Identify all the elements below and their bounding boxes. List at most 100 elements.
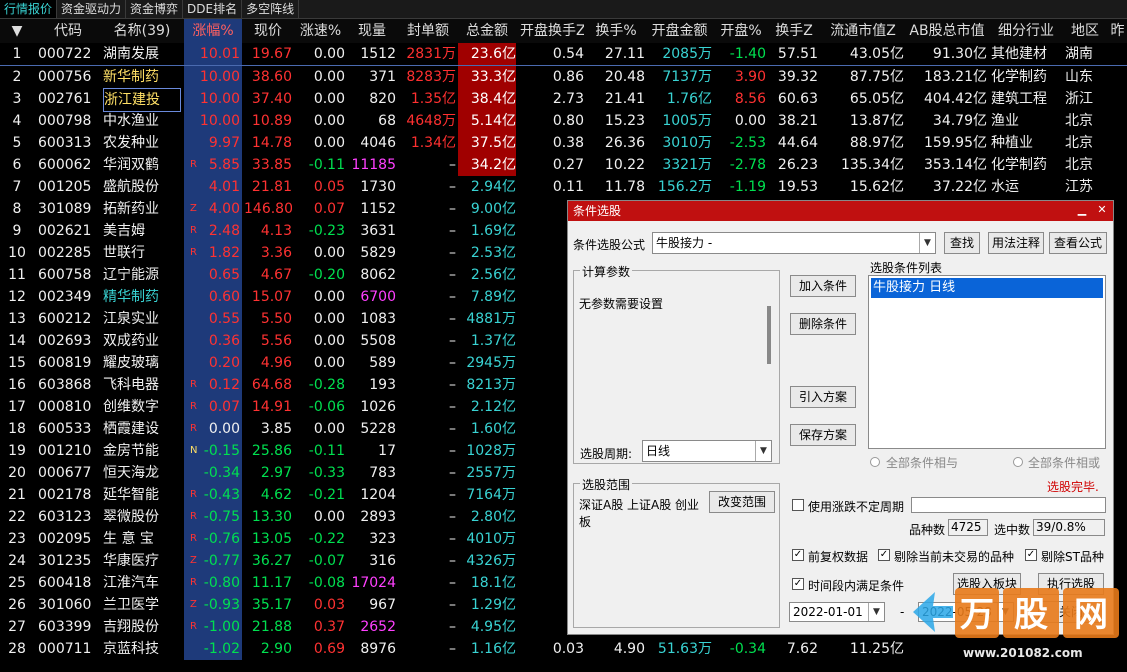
cell-ab_cap: 34.79亿: [932, 113, 987, 129]
col-header-ab_cap[interactable]: AB股总市值: [907, 19, 987, 43]
cell-no: 20: [8, 465, 26, 481]
tab-4[interactable]: 多空阵线: [242, 0, 300, 18]
cell-price: 33.85: [251, 157, 292, 173]
col-header-open_amt[interactable]: 开盘金额: [647, 19, 712, 43]
cell-vol: 4046: [360, 135, 396, 151]
chevron-down-icon[interactable]: ▼: [755, 441, 771, 461]
cell-amount: 2.80亿: [470, 509, 516, 525]
tab-1[interactable]: 资金驱动力: [57, 0, 127, 18]
find-button[interactable]: 查找: [944, 232, 980, 254]
cell-amount: 4881万: [466, 311, 516, 327]
date-from-picker[interactable]: 2022-01-01 ▼: [789, 602, 885, 622]
col-header-float_cap[interactable]: 流通市值Z: [822, 19, 904, 43]
close-icon[interactable]: ✕: [1095, 203, 1109, 217]
cell-speed: 0.00: [313, 113, 345, 129]
cell-region: 江苏: [1065, 179, 1093, 195]
condition-list[interactable]: 牛股接力 日线: [868, 275, 1106, 449]
table-row[interactable]: 6 600062 华润双鹤 5.85 33.85 -0.11 11185–34.2亿 0.27…: [0, 154, 1127, 176]
cell-code: 603399: [38, 619, 92, 635]
tab-0[interactable]: 行情报价: [0, 0, 58, 18]
table-row[interactable]: 7 001205 盛航股份 4.01 21.81 0.05 1730 –2.94亿 0.11 11…: [0, 176, 1127, 198]
cell-float_cap: 11.25亿: [849, 641, 904, 657]
fq-checkbox[interactable]: ✓: [792, 549, 804, 561]
minimize-icon[interactable]: ▁: [1075, 203, 1089, 217]
import-plan-button[interactable]: 引入方案: [790, 386, 856, 408]
formula-select[interactable]: 牛股接力 - ▼: [652, 232, 936, 254]
cell-vol: 2652: [360, 619, 396, 635]
cell-name: 双成药业: [103, 333, 159, 349]
col-header-open_turn[interactable]: 开盘换手Z: [520, 19, 584, 43]
cell-open_amt: 156.2万: [657, 179, 712, 195]
col-header-code[interactable]: 代码: [38, 19, 98, 43]
radio-or[interactable]: [1013, 457, 1023, 467]
range-group: 选股范围 深证A股 上证A股 创业板 改变范围: [573, 476, 780, 628]
cell-speed: 0.00: [313, 509, 345, 525]
table-row[interactable]: 2 000756 新华制药 10.00 38.60 0.00 371 8283万 33.3亿 0.…: [0, 66, 1127, 88]
table-row[interactable]: 3 002761 浙江建投 10.00 37.40 0.00 820 1.35亿 38.4亿 2.…: [0, 88, 1127, 112]
col-header-turnover[interactable]: 换手%: [587, 19, 645, 43]
table-row[interactable]: 1 000722 湖南发展 10.01 19.67 0.00 1512 2831万 23.6亿 0…: [0, 43, 1127, 66]
tab-2[interactable]: 资金博弈: [126, 0, 184, 18]
col-header-pct[interactable]: 涨幅%: [184, 19, 242, 43]
cell-vol: 820: [369, 91, 396, 107]
cell-name: 翠微股份: [103, 509, 159, 525]
cell-name: 栖霞建设: [103, 421, 159, 437]
cell-vol: 5228: [360, 421, 396, 437]
cell-vol: 1083: [360, 311, 396, 327]
chevron-down-icon[interactable]: ▼: [919, 233, 935, 253]
cell-code: 600819: [38, 355, 92, 371]
col-header-speed[interactable]: 涨速%: [296, 19, 345, 43]
params-scrollbar[interactable]: [767, 306, 771, 364]
cell-name: 中水渔业: [103, 113, 159, 129]
cell-amount: 37.5亿: [458, 132, 516, 154]
exclude-notrade-checkbox[interactable]: ✓: [878, 549, 890, 561]
col-header-turn_z[interactable]: 换手Z: [770, 19, 818, 43]
condition-list-item[interactable]: 牛股接力 日线: [871, 278, 1103, 298]
col-header-vol[interactable]: 现量: [348, 19, 396, 43]
add-condition-button[interactable]: 加入条件: [790, 275, 856, 297]
col-header-name[interactable]: 名称(39): [103, 19, 181, 43]
cell-vol: 5508: [360, 333, 396, 349]
col-header-no[interactable]: ▼: [0, 19, 34, 43]
col-header-price[interactable]: 现价: [244, 19, 292, 43]
col-header-open_pct[interactable]: 开盘%: [716, 19, 766, 43]
col-header-industry[interactable]: 细分行业: [991, 19, 1061, 43]
save-plan-button[interactable]: 保存方案: [790, 424, 856, 446]
cell-open_amt: 3010万: [662, 135, 712, 151]
uncertain-period-label: 使用涨跌不定周期: [808, 500, 905, 514]
table-row[interactable]: 4 000798 中水渔业 10.00 10.89 0.00 68 4648万 5.14亿 0.8…: [0, 110, 1127, 132]
table-row[interactable]: 5 600313 农发种业 9.97 14.78 0.00 4046 1.34亿 37.5亿 0.…: [0, 132, 1127, 154]
cell-turn_z: 44.64: [777, 135, 818, 151]
col-header-seal[interactable]: 封单额: [400, 19, 456, 43]
uncertain-period-input[interactable]: [911, 497, 1106, 513]
view-formula-button[interactable]: 查看公式: [1049, 232, 1107, 254]
dialog-titlebar[interactable]: 条件选股 ▁ ✕: [568, 201, 1113, 221]
cell-code: 002349: [38, 289, 92, 305]
cell-turn_z: 26.23: [777, 157, 818, 173]
exclude-st-checkbox[interactable]: ✓: [1025, 549, 1037, 561]
cell-code: 000756: [38, 69, 92, 85]
cell-name: 兰卫医学: [103, 597, 159, 613]
change-range-button[interactable]: 改变范围: [709, 491, 775, 513]
cell-ab_cap: 159.95亿: [924, 135, 987, 151]
period-select[interactable]: 日线 ▼: [642, 440, 772, 462]
tab-3[interactable]: DDE排名: [183, 0, 243, 18]
date-from-value: 2022-01-01: [793, 605, 863, 619]
cell-amount: 8213万: [466, 377, 516, 393]
cell-vol: 17: [378, 443, 396, 459]
col-header-amount[interactable]: 总金额: [458, 19, 516, 43]
uncertain-period-checkbox[interactable]: [792, 499, 804, 511]
radio-and[interactable]: [870, 457, 880, 467]
chevron-down-icon[interactable]: ▼: [868, 603, 884, 621]
col-header-region[interactable]: 地区: [1065, 19, 1105, 43]
period-cond-checkbox[interactable]: ✓: [792, 578, 804, 590]
cell-pct: -0.34: [184, 462, 242, 484]
cell-speed: 0.00: [313, 333, 345, 349]
params-group: 计算参数 无参数需要设置 选股周期: 日线 ▼: [573, 263, 780, 464]
usage-notes-button[interactable]: 用法注释: [988, 232, 1044, 254]
cell-speed: 0.00: [313, 91, 345, 107]
cell-vol: 68: [378, 113, 396, 129]
col-header-extra[interactable]: 昨: [1108, 19, 1127, 43]
delete-condition-button[interactable]: 删除条件: [790, 313, 856, 335]
cell-industry: 种植业: [991, 135, 1033, 151]
